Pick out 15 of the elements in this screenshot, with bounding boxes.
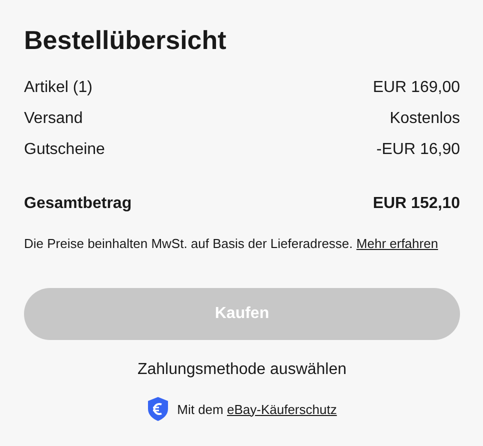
row-value: Kostenlos: [390, 109, 460, 129]
row-value: -EUR 16,90: [376, 140, 460, 160]
summary-title: Bestellübersicht: [24, 24, 228, 57]
row-label: Versand: [24, 109, 83, 129]
protection-text: Mit dem eBay-Käuferschutz: [177, 402, 337, 416]
total-label: Gesamtbetrag: [24, 194, 132, 214]
payment-method-link[interactable]: Zahlungsmethode auswählen: [137, 360, 347, 380]
buyer-protection-link[interactable]: eBay-Käuferschutz: [227, 402, 337, 416]
total-value: EUR 152,10: [372, 194, 460, 214]
more-info-link[interactable]: Mehr erfahren: [356, 236, 438, 251]
shield-euro-icon: [147, 396, 170, 422]
tax-note: Die Preise beinhalten MwSt. auf Basis der Lieferadresse. Mehr erfahren: [24, 236, 440, 252]
row-value: EUR 169,00: [372, 78, 460, 98]
row-label: Artikel (1): [24, 78, 92, 98]
row-label: Gutscheine: [24, 140, 105, 160]
